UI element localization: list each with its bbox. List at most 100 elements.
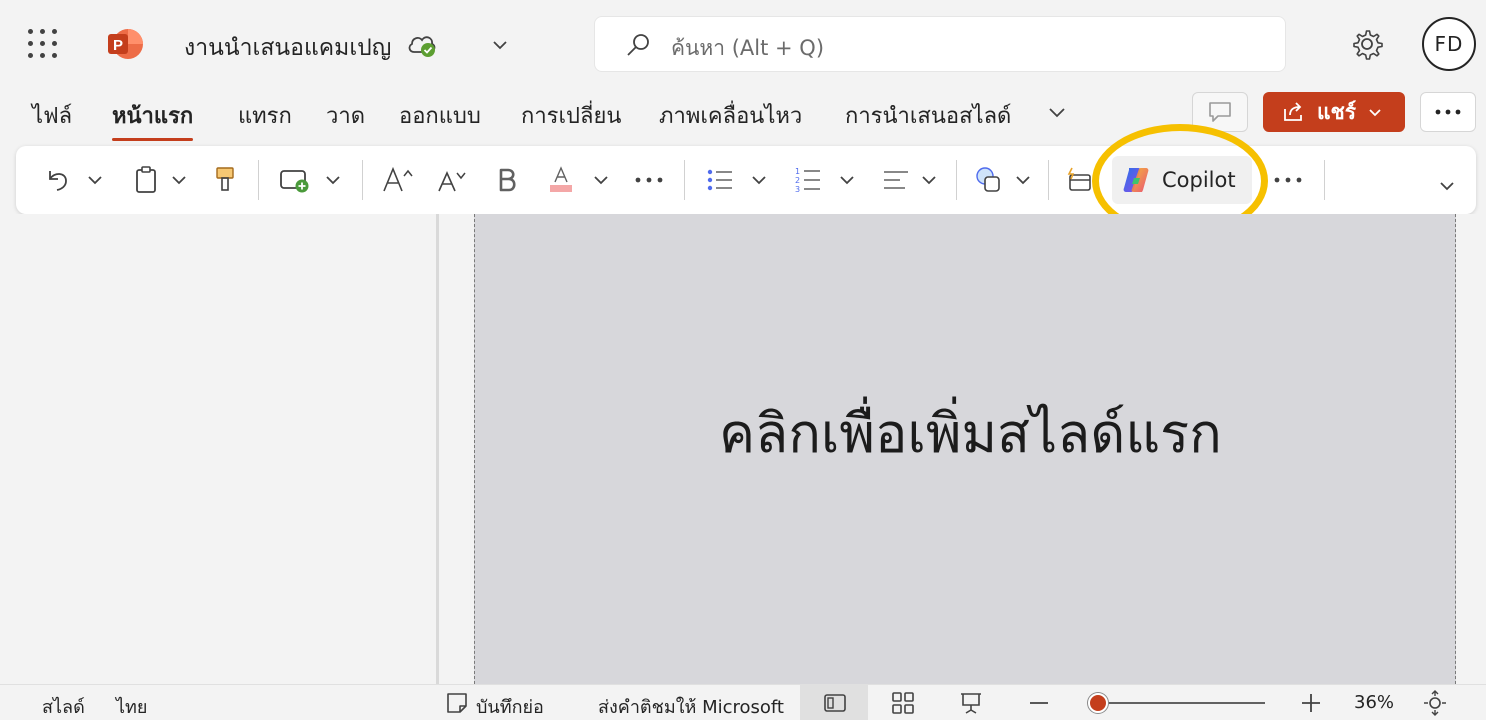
font-color-dropdown[interactable] bbox=[588, 160, 614, 200]
share-icon bbox=[1284, 102, 1302, 121]
zoom-slider-track[interactable] bbox=[1090, 702, 1265, 704]
status-bar: สไลด์ ไทย บันทึกย่อ ส่งคำติชมให้ Microso… bbox=[0, 684, 1486, 720]
designer-icon bbox=[1067, 167, 1091, 191]
svg-text:2: 2 bbox=[795, 176, 800, 185]
tab-home[interactable]: หน้าแรก bbox=[112, 98, 194, 141]
powerpoint-logo-icon[interactable]: P bbox=[106, 26, 144, 62]
add-first-slide-prompt[interactable]: คลิกเพื่อเพิ่มสไลด์แรก bbox=[719, 390, 1222, 476]
notes-icon[interactable] bbox=[444, 690, 470, 716]
font-grow-icon bbox=[383, 166, 413, 192]
new-slide-icon bbox=[280, 170, 309, 193]
comment-icon bbox=[1209, 102, 1231, 122]
fit-to-window-icon[interactable] bbox=[1422, 690, 1448, 716]
zoom-slider-thumb[interactable] bbox=[1088, 693, 1108, 713]
format-painter-icon bbox=[216, 167, 234, 191]
svg-text:3: 3 bbox=[795, 185, 800, 194]
tab-design[interactable]: ออกแบบ bbox=[399, 98, 481, 133]
align-dropdown[interactable] bbox=[916, 160, 942, 200]
tab-slideshow[interactable]: การนำเสนอสไลด์ bbox=[845, 98, 1011, 133]
zoom-percentage[interactable]: 36% bbox=[1354, 692, 1394, 713]
chevron-down-icon bbox=[1440, 182, 1454, 191]
separator bbox=[362, 160, 363, 200]
new-slide-button[interactable] bbox=[274, 160, 314, 200]
tab-transitions[interactable]: การเปลี่ยน bbox=[521, 98, 621, 133]
numbering-button[interactable]: 1 2 3 bbox=[790, 160, 826, 200]
tab-animations[interactable]: ภาพเคลื่อนไหว bbox=[659, 98, 802, 133]
language-indicator[interactable]: ไทย bbox=[116, 692, 147, 720]
bold-icon bbox=[499, 168, 516, 192]
new-slide-dropdown[interactable] bbox=[320, 160, 346, 200]
shapes-icon bbox=[976, 167, 1000, 192]
cloud-saved-icon[interactable] bbox=[406, 30, 438, 60]
separator bbox=[258, 160, 259, 200]
svg-text:1: 1 bbox=[795, 167, 800, 176]
ribbon-tabs: ไฟล์ หน้าแรก แทรก วาด ออกแบบ การเปลี่ยน … bbox=[0, 88, 1486, 141]
zoom-out-icon[interactable] bbox=[1026, 690, 1052, 716]
bullets-button[interactable] bbox=[702, 160, 738, 200]
title-bar: P งานนำเสนอแคมเปญ ค้นหา (Alt + Q) FD bbox=[0, 0, 1486, 88]
comments-button[interactable] bbox=[1192, 92, 1248, 132]
share-label: แชร์ bbox=[1317, 99, 1357, 124]
undo-dropdown[interactable] bbox=[82, 160, 108, 200]
tab-draw[interactable]: วาด bbox=[326, 98, 365, 133]
shapes-button[interactable] bbox=[972, 160, 1006, 200]
search-box[interactable]: ค้นหา (Alt + Q) bbox=[594, 16, 1286, 72]
bullets-dropdown[interactable] bbox=[746, 160, 772, 200]
align-text-button[interactable] bbox=[878, 160, 914, 200]
app-launcher-icon[interactable] bbox=[28, 29, 58, 59]
tab-insert[interactable]: แทรก bbox=[238, 98, 292, 133]
slide-thumbnail-pane[interactable] bbox=[0, 214, 436, 684]
tab-file[interactable]: ไฟล์ bbox=[32, 98, 72, 133]
paste-button[interactable] bbox=[128, 160, 164, 200]
user-avatar[interactable]: FD bbox=[1422, 17, 1476, 71]
align-left-icon bbox=[884, 171, 908, 189]
separator bbox=[684, 160, 685, 200]
normal-view-icon[interactable] bbox=[822, 690, 848, 716]
expand-ribbon-button[interactable] bbox=[1432, 166, 1462, 206]
more-tabs-chevron-icon[interactable] bbox=[1042, 98, 1072, 128]
bold-button[interactable] bbox=[492, 160, 522, 200]
ellipsis-icon bbox=[1435, 109, 1461, 115]
ellipsis-icon bbox=[635, 177, 663, 183]
font-color-icon bbox=[550, 166, 572, 192]
undo-button[interactable] bbox=[40, 160, 76, 200]
copilot-icon bbox=[1123, 168, 1149, 192]
presenter-view-icon[interactable] bbox=[958, 690, 984, 716]
bullet-list-icon bbox=[707, 169, 732, 191]
undo-icon bbox=[49, 171, 67, 191]
search-placeholder: ค้นหา (Alt + Q) bbox=[671, 36, 825, 60]
increase-font-size-button[interactable] bbox=[380, 160, 416, 200]
chevron-down-icon bbox=[88, 176, 102, 185]
ellipsis-icon bbox=[1274, 177, 1302, 183]
shapes-dropdown[interactable] bbox=[1010, 160, 1036, 200]
feedback-link[interactable]: ส่งคำติชมให้ Microsoft bbox=[598, 692, 784, 720]
ribbon-toolbar: 1 2 3 bbox=[16, 146, 1476, 214]
zoom-in-icon[interactable] bbox=[1298, 690, 1324, 716]
gear-icon[interactable] bbox=[1350, 27, 1384, 61]
chevron-down-icon[interactable] bbox=[486, 31, 514, 59]
font-color-button[interactable] bbox=[544, 160, 578, 200]
paste-dropdown[interactable] bbox=[166, 160, 192, 200]
notes-button[interactable]: บันทึกย่อ bbox=[476, 692, 544, 720]
format-painter-button[interactable] bbox=[208, 160, 242, 200]
designer-button[interactable] bbox=[1062, 160, 1096, 200]
decrease-font-size-button[interactable] bbox=[434, 160, 470, 200]
document-title[interactable]: งานนำเสนอแคมเปญ bbox=[184, 30, 391, 66]
font-more-button[interactable] bbox=[630, 160, 668, 200]
clipboard-icon bbox=[136, 166, 156, 193]
slide-sorter-icon[interactable] bbox=[890, 690, 916, 716]
font-shrink-icon bbox=[438, 171, 466, 192]
ribbon-more-button[interactable] bbox=[1268, 160, 1308, 200]
chevron-down-icon bbox=[172, 176, 186, 185]
share-button[interactable]: แชร์ bbox=[1263, 92, 1405, 132]
svg-text:P: P bbox=[113, 37, 123, 54]
chevron-down-icon bbox=[922, 176, 936, 185]
numbering-dropdown[interactable] bbox=[834, 160, 860, 200]
copilot-label: Copilot bbox=[1162, 168, 1236, 192]
copilot-button[interactable]: Copilot bbox=[1112, 156, 1252, 204]
separator bbox=[1048, 160, 1049, 200]
search-icon bbox=[627, 34, 649, 56]
chevron-down-icon bbox=[594, 176, 608, 185]
separator bbox=[956, 160, 957, 200]
more-options-button[interactable] bbox=[1420, 92, 1476, 132]
